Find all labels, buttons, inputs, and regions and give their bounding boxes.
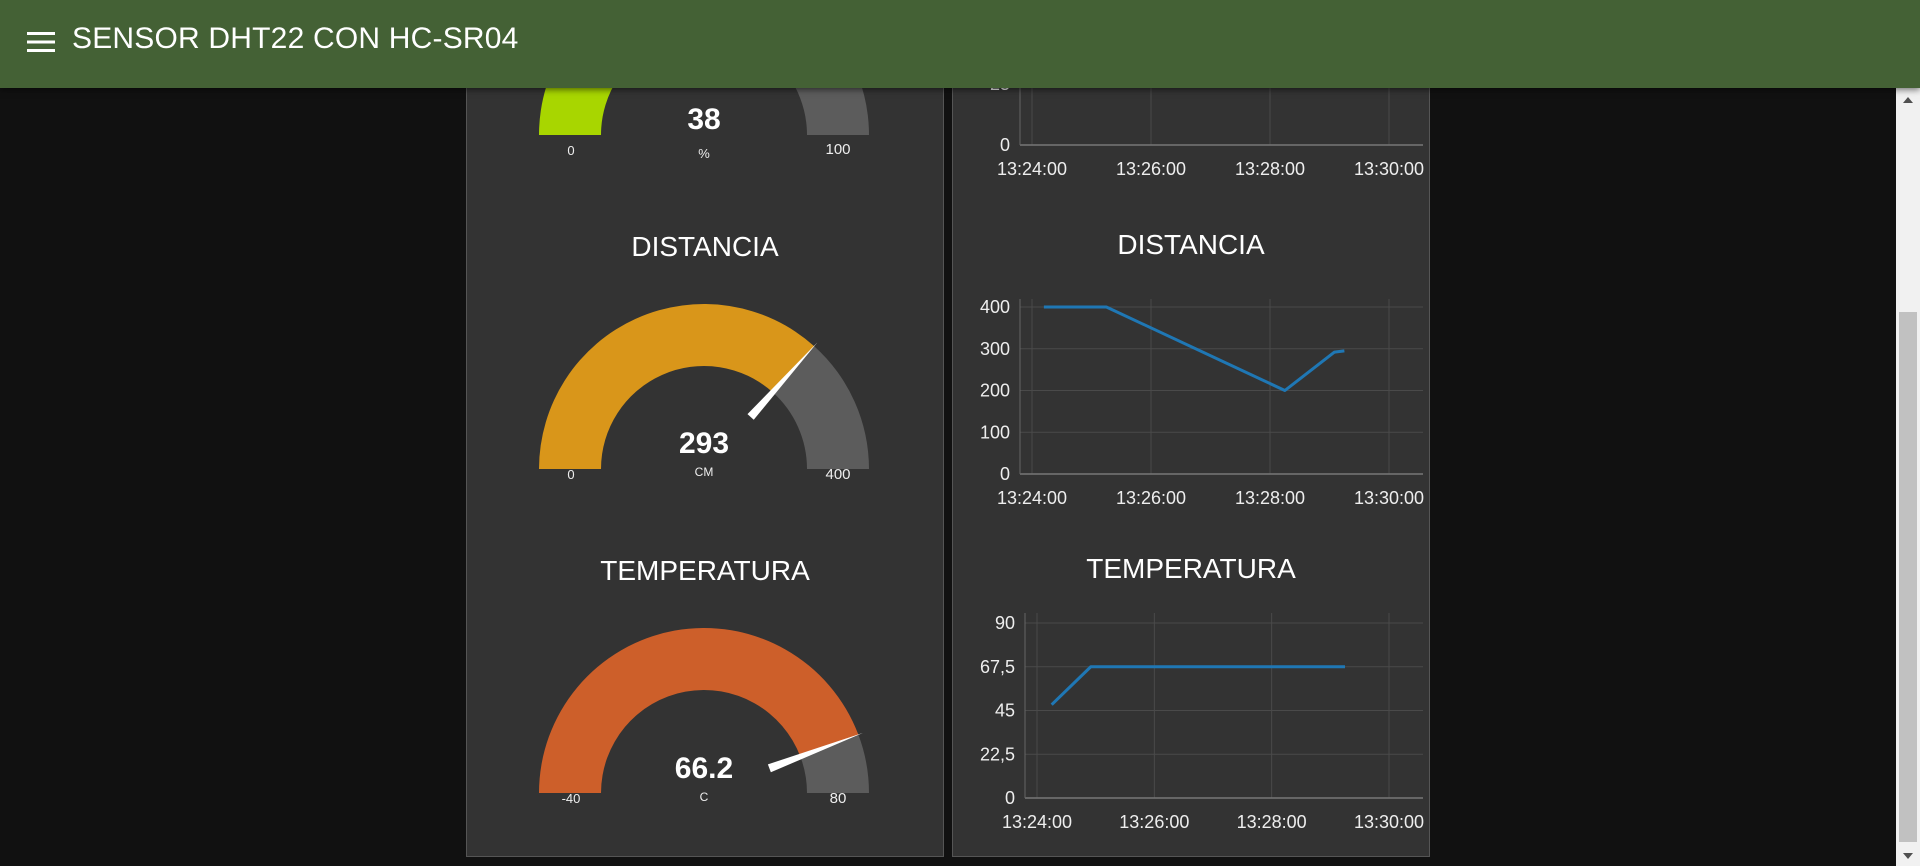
temperature-gauge-max: 80 — [830, 790, 847, 807]
distance-chart-y-tick-label: 400 — [980, 297, 1010, 317]
temperature-gauge-value: 66.2 — [675, 752, 733, 785]
temperature-chart-x-tick-label: 13:26:00 — [1119, 812, 1189, 832]
distance-chart-y-tick-label: 0 — [1000, 464, 1010, 484]
humidity-gauge-min: 0 — [567, 143, 574, 158]
temperature-chart-x-tick-label: 13:28:00 — [1237, 812, 1307, 832]
scrollbar-thumb[interactable] — [1899, 312, 1917, 842]
temperature-chart-series-line — [1050, 665, 1345, 706]
temperature-gauge-min: -40 — [562, 791, 581, 806]
humidity-chart-x-tick-label: 13:24:00 — [997, 159, 1067, 179]
distance-chart: 13:24:00 13:26:00 13:28:00 13:30:00 0 100 200 3… — [980, 297, 1424, 508]
temperature-gauge-unit: C — [700, 790, 709, 804]
distance-chart-x-tick-label: 13:28:00 — [1235, 488, 1305, 508]
scroll-down-arrow-icon[interactable] — [1901, 851, 1915, 861]
distance-gauge: 293 CM 0 400 — [539, 304, 869, 483]
temperature-chart-x-tick-label: 13:24:00 — [1002, 812, 1072, 832]
temperature-chart-y-tick-label: 22,5 — [980, 744, 1015, 764]
temperature-chart-y-tick-label: 90 — [995, 613, 1015, 633]
distance-chart-y-tick-label: 300 — [980, 339, 1010, 359]
distance-chart-x-tick-label: 13:26:00 — [1116, 488, 1186, 508]
distance-gauge-max: 400 — [825, 466, 850, 483]
scroll-up-arrow-icon[interactable] — [1901, 95, 1915, 105]
distance-gauge-fill — [539, 304, 815, 469]
top-toolbar: SENSOR DHT22 CON HC-SR04 — [0, 0, 1920, 88]
humidity-chart-x-tick-label: 13:30:00 — [1354, 159, 1424, 179]
temperature-chart-x-tick-label: 13:30:00 — [1354, 812, 1424, 832]
humidity-chart-y-tick-label: 0 — [1000, 135, 1010, 155]
hamburger-menu-icon[interactable] — [26, 30, 56, 54]
distance-gauge-value: 293 — [679, 427, 729, 460]
temperature-chart-y-tick-label: 67,5 — [980, 657, 1015, 677]
distance-chart-y-tick-label: 200 — [980, 381, 1010, 401]
distance-gauge-min: 0 — [567, 467, 574, 482]
distance-chart-y-tick-label: 100 — [980, 422, 1010, 442]
distance-chart-x-tick-label: 13:30:00 — [1354, 488, 1424, 508]
humidity-gauge-unit: % — [698, 146, 710, 161]
temperature-chart: 13:24:00 13:26:00 13:28:00 13:30:00 0 22,5 45 6… — [980, 613, 1424, 832]
temperature-chart-y-tick-label: 45 — [995, 701, 1015, 721]
app-title: SENSOR DHT22 CON HC-SR04 — [72, 22, 519, 55]
distance-chart-x-tick-label: 13:24:00 — [997, 488, 1067, 508]
charts-card: 13:24:0013:26:0013:28:0013:30:00025 DIST… — [952, 60, 1430, 857]
gauges-card: 38 % 0 100 DISTANCIA 293 CM 0 400 TEMPER… — [466, 0, 944, 857]
humidity-chart-x-tick-label: 13:26:00 — [1116, 159, 1186, 179]
temperature-chart-y-tick-label: 0 — [1005, 788, 1015, 808]
temperature-gauge: 66.2 C -40 80 — [539, 628, 869, 807]
humidity-chart-x-tick-label: 13:28:00 — [1235, 159, 1305, 179]
humidity-gauge-value: 38 — [687, 103, 720, 136]
temperature-gauge-widget: TEMPERATURA 66.2 C -40 80 — [467, 547, 943, 807]
distance-gauge-unit: CM — [695, 465, 714, 479]
humidity-gauge-max: 100 — [825, 141, 850, 158]
temperature-chart-widget: TEMPERATURA 13:24:00 13:26:00 13:28:00 13:3… — [953, 553, 1429, 832]
distance-chart-widget: DISTANCIA 13:24:00 13:26:00 13:28:00 13:30:… — [953, 229, 1429, 508]
distance-gauge-widget: DISTANCIA 293 CM 0 400 — [467, 223, 943, 483]
